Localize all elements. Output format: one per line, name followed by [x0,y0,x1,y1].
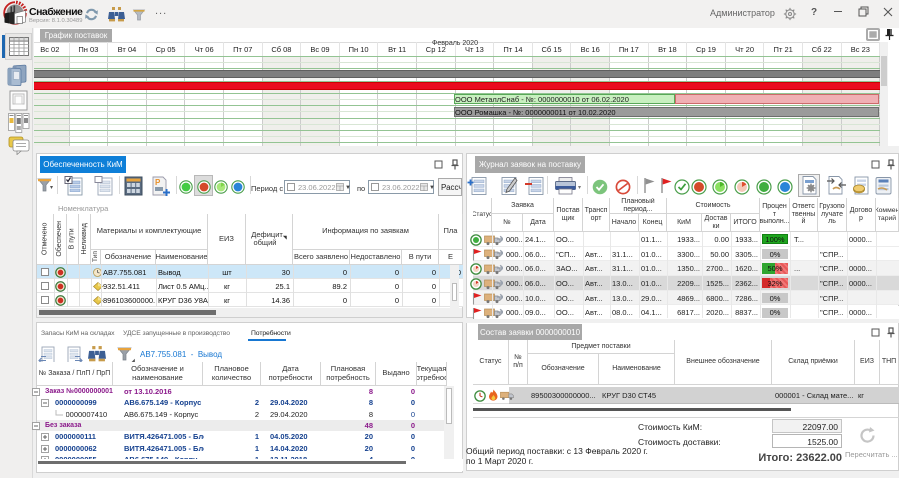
svg-text:P: P [155,178,161,187]
